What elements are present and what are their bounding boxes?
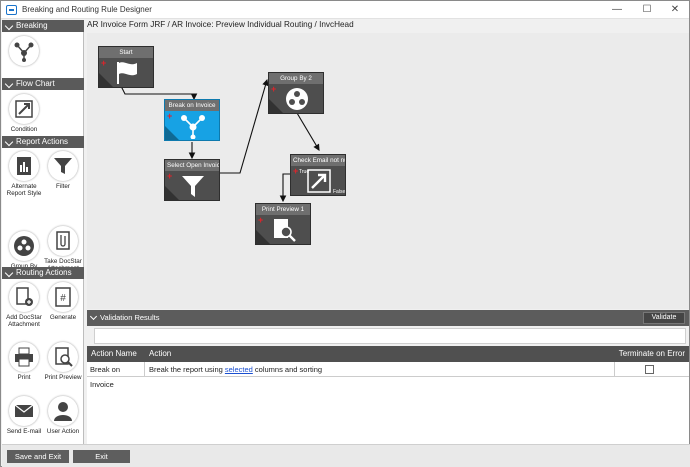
validate-button[interactable]: Validate bbox=[643, 312, 685, 324]
tool-label: Send E-mail bbox=[6, 428, 42, 435]
selected-columns-link[interactable]: selected bbox=[225, 365, 253, 374]
add-icon[interactable]: + bbox=[293, 167, 298, 176]
toolbox-panel: Breaking Flow Chart Condition Report Act… bbox=[2, 20, 84, 444]
add-icon[interactable]: + bbox=[271, 85, 276, 94]
svg-text:#: # bbox=[60, 293, 66, 304]
tool-take-attachment[interactable]: Take DocStar Attachment bbox=[44, 226, 82, 272]
tool-condition[interactable]: Condition bbox=[5, 94, 43, 133]
node-title: Start bbox=[99, 47, 153, 58]
condition-icon bbox=[9, 94, 39, 124]
report-style-icon bbox=[9, 151, 39, 181]
validation-header[interactable]: Validation Results Validate bbox=[87, 310, 689, 326]
corner-marker bbox=[269, 99, 283, 113]
node-title: Select Open Invoic bbox=[165, 160, 219, 171]
tool-label: Filter bbox=[56, 183, 70, 190]
tool-break[interactable] bbox=[5, 36, 43, 68]
filter-icon bbox=[182, 176, 204, 197]
tool-label: Alternate Report Style bbox=[6, 183, 42, 197]
save-and-exit-button[interactable]: Save and Exit bbox=[7, 450, 69, 463]
tool-user-action[interactable]: User Action bbox=[44, 396, 82, 435]
tool-label: Print bbox=[17, 374, 31, 381]
title-bar: Breaking and Routing Rule Designer — ☐ ✕ bbox=[1, 1, 689, 19]
email-icon bbox=[9, 396, 39, 426]
tool-label: Condition bbox=[10, 126, 38, 133]
false-label: False bbox=[333, 189, 346, 195]
minimize-button[interactable]: — bbox=[607, 3, 627, 17]
tool-label: User Action bbox=[46, 428, 80, 435]
add-attachment-icon bbox=[9, 282, 39, 312]
corner-marker bbox=[99, 73, 113, 87]
close-button[interactable]: ✕ bbox=[665, 3, 685, 17]
print-preview-icon bbox=[48, 342, 78, 372]
tool-label: Generate bbox=[49, 314, 77, 321]
header-action[interactable]: Action bbox=[145, 346, 615, 362]
tool-add-attachment[interactable]: Add DocStar Attachment bbox=[5, 282, 43, 328]
tool-label: Print Preview bbox=[44, 374, 82, 381]
node-check-email[interactable]: Check Email not nu + True False bbox=[290, 154, 346, 196]
footer-bar: Save and Exit Exit bbox=[2, 444, 690, 467]
corner-marker bbox=[165, 186, 179, 200]
tool-filter[interactable]: Filter bbox=[44, 151, 82, 190]
add-icon[interactable]: + bbox=[258, 216, 263, 225]
node-title: Group By 2 bbox=[269, 73, 323, 84]
breadcrumb: AR Invoice Form JRF / AR Invoice: Previe… bbox=[87, 20, 354, 29]
maximize-button[interactable]: ☐ bbox=[637, 3, 657, 17]
attachment-icon bbox=[48, 226, 78, 256]
filter-icon bbox=[48, 151, 78, 181]
user-icon bbox=[48, 396, 78, 426]
tool-print[interactable]: Print bbox=[5, 342, 43, 381]
node-title: Check Email not nu bbox=[291, 155, 345, 166]
section-flow-chart[interactable]: Flow Chart bbox=[2, 78, 84, 90]
flag-icon bbox=[117, 62, 137, 84]
section-breaking[interactable]: Breaking bbox=[2, 20, 84, 32]
printer-icon bbox=[9, 342, 39, 372]
app-icon bbox=[6, 5, 17, 15]
action-text-pre: Break the report using bbox=[149, 365, 225, 374]
window-title: Breaking and Routing Rule Designer bbox=[22, 5, 152, 14]
designer-window: Breaking and Routing Rule Designer — ☐ ✕… bbox=[0, 0, 690, 467]
tool-send-email[interactable]: Send E-mail bbox=[5, 396, 43, 435]
break-icon bbox=[9, 36, 39, 66]
node-start[interactable]: Start + bbox=[98, 46, 154, 88]
tool-print-preview[interactable]: Print Preview bbox=[44, 342, 82, 381]
add-icon[interactable]: + bbox=[167, 112, 172, 121]
action-text-post: columns and sorting bbox=[252, 365, 323, 374]
node-title: Break on Invoice bbox=[165, 100, 219, 111]
header-action-name[interactable]: Action Name bbox=[87, 346, 145, 362]
exit-button[interactable]: Exit bbox=[73, 450, 130, 463]
tool-generate[interactable]: # Generate bbox=[44, 282, 82, 321]
flow-canvas[interactable]: Start + Break on Invoice + Select Open I… bbox=[87, 33, 689, 309]
node-title: Print Preview 1 bbox=[256, 204, 310, 215]
tool-group-by[interactable]: Group By bbox=[5, 231, 43, 270]
generate-icon: # bbox=[48, 282, 78, 312]
node-group-by-2[interactable]: Group By 2 + bbox=[268, 72, 324, 114]
cell-action-name[interactable]: Break on Invoice bbox=[87, 362, 145, 389]
section-report-actions[interactable]: Report Actions bbox=[2, 136, 84, 148]
break-icon bbox=[181, 115, 205, 139]
node-print-preview-1[interactable]: Print Preview 1 + bbox=[255, 203, 311, 245]
corner-marker bbox=[165, 126, 179, 140]
group-by-icon bbox=[9, 231, 39, 261]
tool-alternate-style[interactable]: Alternate Report Style bbox=[5, 151, 43, 197]
corner-marker bbox=[256, 230, 270, 244]
add-icon[interactable]: + bbox=[167, 172, 172, 181]
node-break-on-invoice[interactable]: Break on Invoice + bbox=[164, 99, 220, 141]
group-by-icon bbox=[286, 88, 308, 110]
cell-action[interactable]: Break the report using selected columns … bbox=[145, 362, 615, 377]
print-preview-icon bbox=[274, 219, 296, 242]
validation-output-field[interactable] bbox=[94, 328, 686, 344]
condition-icon bbox=[307, 169, 331, 193]
validation-title: Validation Results bbox=[100, 313, 160, 322]
add-icon[interactable]: + bbox=[101, 59, 106, 68]
header-terminate[interactable]: Terminate on Error bbox=[615, 346, 689, 362]
terminate-on-error-checkbox[interactable] bbox=[645, 365, 654, 374]
actions-table: Action Name Action Terminate on Error Br… bbox=[87, 346, 689, 444]
node-select-open-invoice[interactable]: Select Open Invoic + bbox=[164, 159, 220, 201]
section-routing-actions[interactable]: Routing Actions bbox=[2, 267, 84, 279]
tool-label: Add DocStar Attachment bbox=[6, 314, 42, 328]
